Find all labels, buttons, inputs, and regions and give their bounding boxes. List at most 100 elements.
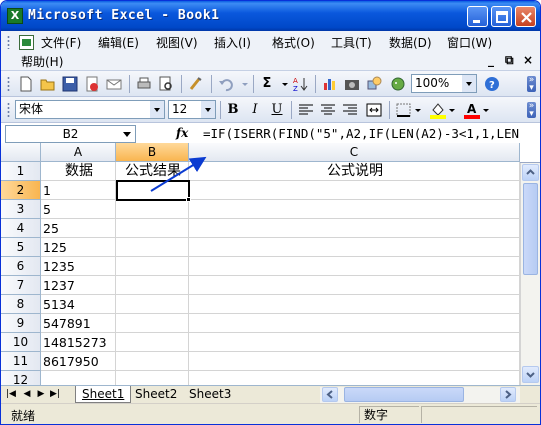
vertical-scrollbar[interactable] [520,163,540,385]
column-header-a[interactable]: A [41,143,116,162]
minimize-button[interactable] [467,6,488,27]
row-header[interactable]: 2 [1,181,41,200]
row-header[interactable]: 12 [1,371,41,385]
horizontal-scroll-thumb[interactable] [344,387,464,402]
fill-color-dropdown-icon[interactable] [447,101,457,119]
merge-center-icon[interactable] [365,101,383,119]
row-header[interactable]: 4 [1,219,41,238]
cell-a10[interactable]: 14815273 [41,333,116,352]
cell-a6[interactable]: 1235 [41,257,116,276]
print-preview-icon[interactable] [157,75,175,93]
autosum-button[interactable]: Σ [257,75,277,93]
name-box[interactable]: B2 [5,125,136,143]
cell-a5[interactable]: 125 [41,238,116,257]
font-combo[interactable]: 宋体 [15,100,165,119]
cell-a3[interactable]: 5 [41,200,116,219]
menu-edit[interactable]: 编辑(E) [98,34,139,51]
cell-b6[interactable] [116,257,189,276]
toolbar-grip[interactable] [7,35,10,49]
cell-a7[interactable]: 1237 [41,276,116,295]
last-sheet-icon[interactable]: ▶| [49,388,61,401]
worksheet-grid[interactable]: A B C 1 2 3 4 5 6 7 8 9 10 11 12 数据 公式结果… [1,143,520,385]
help-icon[interactable]: ? [483,75,501,93]
next-sheet-icon[interactable]: ▶ [35,388,47,401]
cell-a2[interactable]: 1 [41,181,116,200]
insert-function-button[interactable]: fx [176,126,188,140]
scroll-down-icon[interactable] [522,366,539,383]
email-icon[interactable] [105,75,123,93]
cell-b12[interactable] [116,371,189,385]
cell-b4[interactable] [116,219,189,238]
chevron-down-icon[interactable] [462,75,476,92]
cell-b10[interactable] [116,333,189,352]
new-icon[interactable] [17,75,35,93]
scroll-right-icon[interactable] [500,387,516,402]
row-header[interactable]: 9 [1,314,41,333]
cell-c12[interactable] [189,371,520,385]
menu-format[interactable]: 格式(O) [272,34,315,51]
bold-button[interactable]: B [223,101,243,119]
cell-c2[interactable] [189,181,520,200]
cell-b1[interactable]: 公式结果 [116,162,189,181]
fill-color-icon[interactable] [429,101,447,119]
font-color-dropdown-icon[interactable] [481,101,491,119]
cell-c9[interactable] [189,314,520,333]
cell-b3[interactable] [116,200,189,219]
row-header[interactable]: 5 [1,238,41,257]
cell-c11[interactable] [189,352,520,371]
toolbar-options-icon[interactable]: » ▾ [527,102,536,119]
sheet-tab-sheet3[interactable]: Sheet3 [183,386,237,403]
maximize-button[interactable] [491,6,512,27]
selected-cell-b2[interactable] [116,180,190,201]
menu-view[interactable]: 视图(V) [156,34,198,51]
permission-icon[interactable] [83,75,101,93]
cell-c5[interactable] [189,238,520,257]
select-all-corner[interactable] [1,143,41,162]
menu-data[interactable]: 数据(D) [389,34,432,51]
underline-button[interactable]: U [267,101,287,119]
first-sheet-icon[interactable]: |◀ [5,388,17,401]
cell-b7[interactable] [116,276,189,295]
workbook-icon[interactable] [19,35,34,50]
row-header[interactable]: 11 [1,352,41,371]
sort-ascending-icon[interactable]: AZ [291,75,309,93]
cell-a9[interactable]: 547891 [41,314,116,333]
undo-icon[interactable] [217,75,235,93]
cell-a12[interactable] [41,371,116,385]
chevron-down-icon[interactable] [119,126,135,142]
column-header-b[interactable]: B [116,143,189,162]
menu-window[interactable]: 窗口(W) [447,34,492,51]
cell-c8[interactable] [189,295,520,314]
row-header[interactable]: 3 [1,200,41,219]
fill-handle[interactable] [186,197,191,202]
chevron-down-icon[interactable] [201,101,215,118]
chart-wizard-icon[interactable] [321,75,339,93]
toolbar-grip[interactable] [7,76,10,92]
vertical-scroll-thumb[interactable] [523,183,538,275]
title-bar[interactable]: X Microsoft Excel - Book1 [1,1,540,31]
cell-c1[interactable]: 公式说明 [189,162,520,181]
row-header[interactable]: 1 [1,162,41,181]
save-icon[interactable] [61,75,79,93]
sheet-tab-sheet2[interactable]: Sheet2 [129,386,183,403]
column-header-c[interactable]: C [189,143,520,162]
cell-b5[interactable] [116,238,189,257]
menu-file[interactable]: 文件(F) [41,34,81,51]
cell-c10[interactable] [189,333,520,352]
excel-icon[interactable]: X [7,8,23,24]
row-header[interactable]: 6 [1,257,41,276]
cell-b8[interactable] [116,295,189,314]
borders-icon[interactable] [395,101,413,119]
cell-a4[interactable]: 25 [41,219,116,238]
sheet-tab-sheet1[interactable]: Sheet1 [75,386,132,403]
cell-b11[interactable] [116,352,189,371]
menu-insert[interactable]: 插入(I) [214,34,251,51]
row-header[interactable]: 7 [1,276,41,295]
zoom-combo[interactable]: 100% [411,74,477,93]
menu-tools[interactable]: 工具(T) [331,34,372,51]
research-icon[interactable] [187,75,205,93]
close-button[interactable] [515,6,536,27]
help-assistant-icon[interactable] [389,75,407,93]
borders-dropdown-icon[interactable] [413,101,423,119]
cell-c3[interactable] [189,200,520,219]
